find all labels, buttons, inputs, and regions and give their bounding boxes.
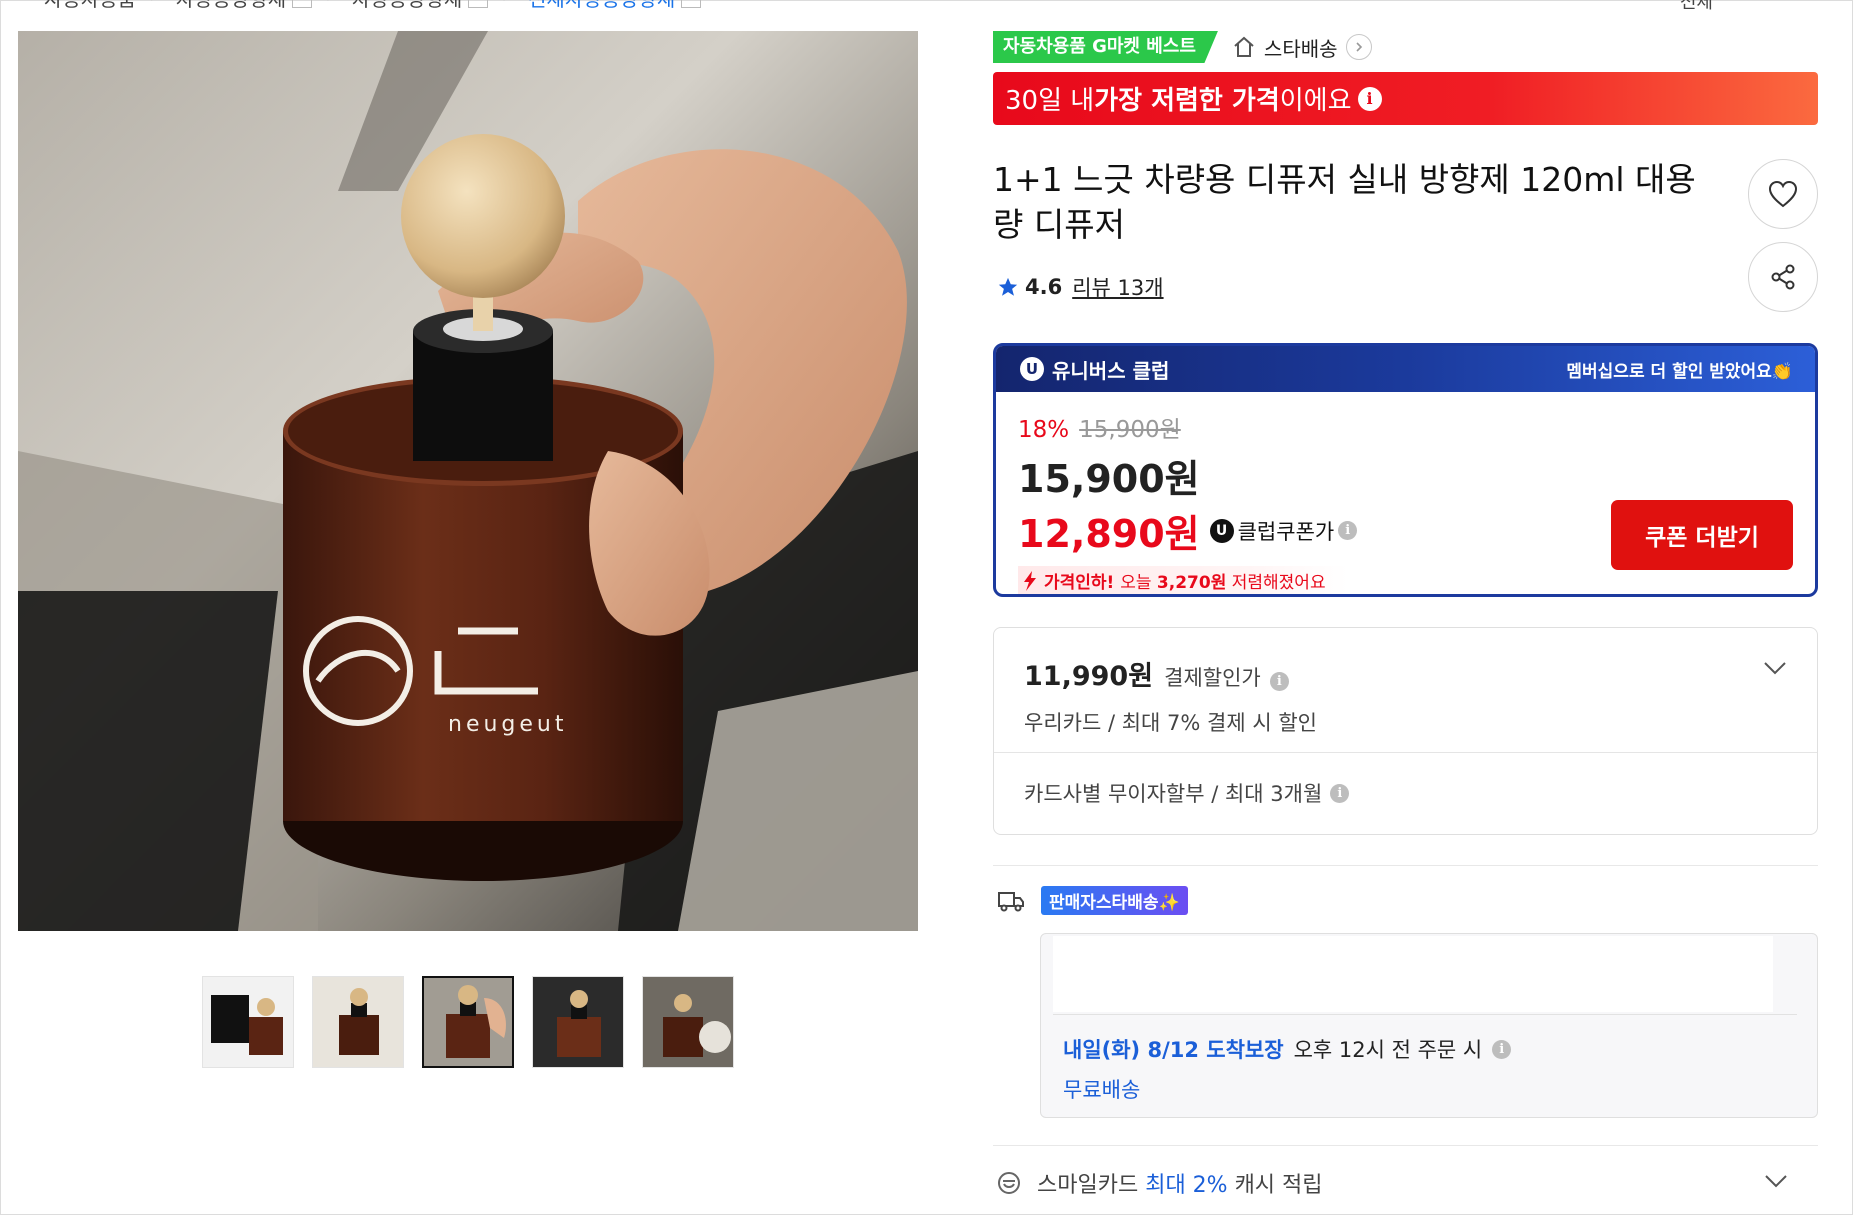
divider (993, 1145, 1818, 1146)
thumbnail-1[interactable] (202, 976, 294, 1068)
drop-amount: 3,270원 (1156, 573, 1227, 593)
dropdown-box-icon (292, 0, 313, 8)
rating-row: 4.6 리뷰 13개 (997, 272, 1164, 302)
club-coupon-price: 12,890원 (1018, 512, 1200, 556)
club-header: U 유니버스 클럽 멤버십으로 더 할인 받았어요👏 (996, 346, 1815, 392)
divider (1053, 1014, 1797, 1015)
thumbnail-4[interactable] (532, 976, 624, 1068)
info-icon[interactable]: i (1338, 521, 1358, 540)
breadcrumb-item-active[interactable]: 전체차량용방향제 (528, 0, 702, 12)
divider (994, 752, 1817, 753)
thumbnail-3[interactable] (422, 976, 514, 1068)
share-icon (1771, 264, 1795, 290)
club-coupon-label: U 클럽쿠폰가 i (1209, 516, 1358, 546)
best-badge[interactable]: 자동차용품 G마켓 베스트 (993, 31, 1218, 63)
sale-price: 15,900원 (1018, 457, 1200, 501)
original-price: 15,900원 (1079, 417, 1181, 443)
breadcrumb-item[interactable]: 자동차용품 (44, 0, 136, 12)
chevron-right-icon: > (502, 0, 514, 5)
delivery-info-box: 내일(화) 8/12 도착보장 오후 12시 전 주문 시 i 무료배송 (1040, 933, 1818, 1118)
product-info-panel: 자동차용품 G마켓 베스트 스타배송 30일 내 가장 저렴한 가격 이에요 i… (993, 31, 1818, 1198)
smile-card-cashback-row[interactable]: 스마일카드 최대 2% 캐시 적립 (997, 1167, 1818, 1199)
drop-post-text: 저렴해졌어요 (1226, 573, 1326, 593)
thumbnail-strip (202, 976, 734, 1068)
universe-club-box: U 유니버스 클럽 멤버십으로 더 할인 받았어요👏 18% 15,900원 1… (993, 343, 1818, 597)
cashback-pre: 스마일카드 (1037, 1173, 1146, 1198)
payment-discount-label: 결제할인가 (1164, 666, 1261, 690)
chevron-right-icon: > (326, 0, 338, 5)
payment-discount-box: 11,990원 결제할인가 i 우리카드 / 최대 7% 결제 시 할인 카드사… (993, 627, 1818, 835)
chevron-down-icon[interactable] (1761, 654, 1789, 682)
get-more-coupon-button[interactable]: 쿠폰 더받기 (1611, 500, 1793, 570)
dropdown-box-icon (468, 0, 489, 8)
installment-text: 카드사별 무이자할부 / 최대 3개월 (1024, 782, 1323, 806)
club-name: 유니버스 클럽 (1052, 358, 1170, 383)
universe-club-logo-icon: U (1020, 357, 1044, 381)
divider (993, 865, 1818, 866)
badge-row: 자동차용품 G마켓 베스트 스타배송 (993, 31, 1818, 63)
product-title: 1+1 느긋 차량용 디퓨저 실내 방향제 120ml 대용량 디퓨저 (993, 160, 1696, 244)
banner-text-pre: 30일 내 (1005, 86, 1095, 116)
free-shipping: 무료배송 (1063, 1078, 1141, 1102)
product-label-word: neugeut (448, 712, 568, 737)
seller-star-delivery-badge: 판매자스타배송✨ (1041, 886, 1188, 915)
coupon-label-text: 클럽쿠폰가 (1237, 519, 1335, 544)
discount-rate: 18% (1018, 417, 1070, 443)
wishlist-button[interactable] (1748, 159, 1818, 229)
drop-pre-text: 가격인하! (1044, 573, 1121, 593)
chevron-down-icon[interactable] (1762, 1167, 1790, 1195)
installment-info: 카드사별 무이자할부 / 최대 3개월 i (1024, 778, 1350, 808)
thumbnail-2[interactable] (312, 976, 404, 1068)
truck-icon (998, 891, 1024, 911)
rating-score: 4.6 (1025, 275, 1063, 299)
dropdown-box-icon (681, 0, 702, 8)
cashback-highlight: 최대 2% (1145, 1173, 1228, 1198)
heart-icon (1768, 180, 1798, 208)
universe-mark-icon: U (1209, 518, 1234, 543)
banner-text-post: 이에요 (1279, 86, 1352, 116)
info-icon[interactable]: i (1330, 783, 1350, 803)
chevron-right-icon: > (150, 0, 162, 5)
smile-card-icon (998, 1172, 1020, 1194)
discount-line: 18% 15,900원 (1018, 410, 1793, 444)
banner-text-bold: 가장 저렴한 가격 (1094, 86, 1280, 116)
star-delivery-link[interactable]: 스타배송 (1232, 33, 1372, 62)
thumbnail-5[interactable] (642, 976, 734, 1068)
arrival-date: 내일(화) 8/12 도착보장 (1063, 1038, 1284, 1062)
drop-text: 오늘 (1120, 573, 1157, 593)
breadcrumb: 자동차용품 > 차량용방향제 > 차량용방향제 > 전체차량용방향제 (44, 0, 702, 11)
delivery-placeholder (1053, 936, 1773, 1012)
breadcrumb-item[interactable]: 차량용방향제 (176, 0, 313, 12)
club-promo-text: 멤버십으로 더 할인 받았어요👏 (1566, 361, 1793, 382)
lightning-icon (1024, 570, 1036, 591)
star-delivery-label: 스타배송 (1263, 36, 1338, 61)
lowest-price-banner: 30일 내 가장 저렴한 가격 이에요 i (993, 72, 1818, 125)
payment-discount-price: 11,990원 (1024, 661, 1154, 692)
price-drop-notice: 가격인하! 오늘 3,270원 저렴해졌어요 (1018, 566, 1348, 594)
chevron-right-icon (1345, 34, 1372, 60)
info-icon[interactable]: i (1492, 1039, 1512, 1059)
info-icon[interactable]: i (1357, 86, 1382, 111)
star-icon (998, 277, 1018, 296)
reviews-link[interactable]: 리뷰 13개 (1072, 272, 1163, 302)
cashback-post: 캐시 적립 (1227, 1173, 1323, 1198)
main-product-image: neugeut (18, 31, 918, 931)
arrival-condition: 오후 12시 전 주문 시 (1293, 1038, 1483, 1062)
payment-discount-sub: 우리카드 / 최대 7% 결제 시 할인 (1024, 711, 1317, 735)
info-icon[interactable]: i (1269, 672, 1289, 691)
breadcrumb-item[interactable]: 차량용방향제 (352, 0, 489, 12)
shipping-row: 판매자스타배송✨ (997, 886, 1188, 915)
home-icon (1234, 36, 1254, 57)
payment-discount-info: 11,990원 결제할인가 i 우리카드 / 최대 7% 결제 시 할인 (1024, 654, 1317, 737)
header-right-link[interactable]: 전체 (1680, 0, 1713, 14)
arrival-guarantee: 내일(화) 8/12 도착보장 오후 12시 전 주문 시 i (1063, 1034, 1512, 1064)
share-button[interactable] (1748, 242, 1818, 312)
club-body: 18% 15,900원 15,900원 12,890원 U 클럽쿠폰가 i 가격… (996, 392, 1815, 594)
